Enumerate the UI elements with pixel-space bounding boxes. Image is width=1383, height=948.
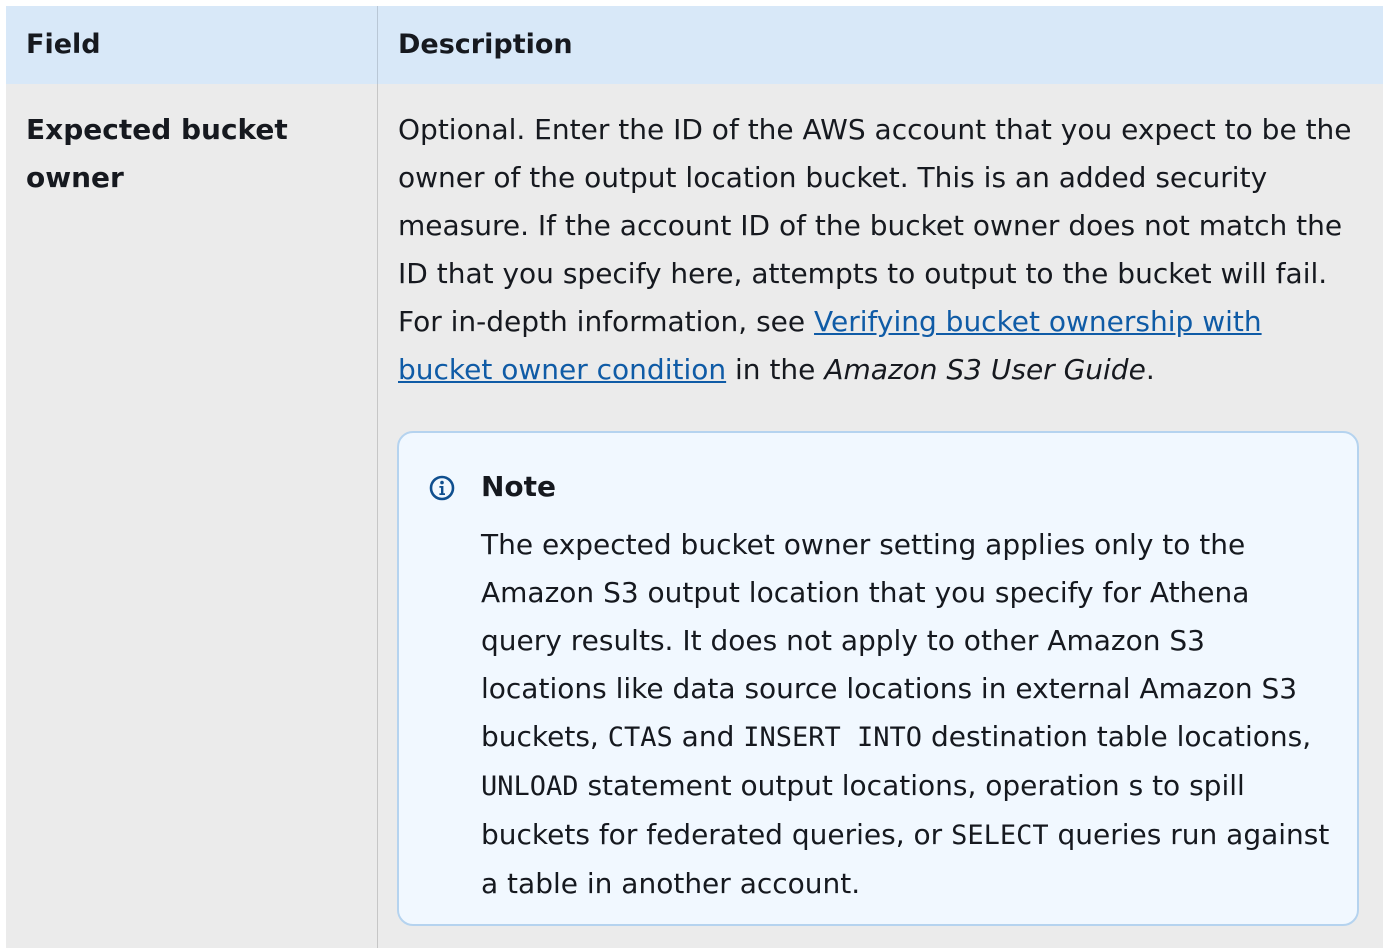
- note-title: Note: [481, 470, 557, 503]
- note-text-part: destination table locations,: [922, 720, 1312, 753]
- field-description: Optional. Enter the ID of the AWS accoun…: [398, 106, 1363, 394]
- note-callout: Note The expected bucket owner setting a…: [397, 431, 1359, 926]
- column-divider: [377, 84, 378, 948]
- description-text-end: .: [1145, 353, 1155, 386]
- note-text: The expected bucket owner setting applie…: [481, 521, 1331, 908]
- code-unload: UNLOAD: [481, 771, 579, 802]
- column-header-description: Description: [398, 29, 573, 60]
- field-name-expected-bucket-owner: Expected bucket owner: [26, 113, 288, 194]
- info-icon: [429, 475, 455, 501]
- table-header-row: Field Description: [6, 6, 1383, 84]
- description-text-middle: in the: [726, 353, 825, 386]
- code-select: SELECT: [951, 820, 1049, 851]
- code-insert-into: INSERT INTO: [743, 722, 923, 753]
- code-ctas: CTAS: [607, 722, 673, 753]
- table-row: Expected bucket owner Optional. Enter th…: [6, 84, 1383, 948]
- column-header-field: Field: [26, 29, 101, 60]
- field-description-table: Field Description Expected bucket owner …: [6, 6, 1383, 948]
- guide-title: Amazon S3 User Guide: [824, 353, 1146, 386]
- note-text-part: and: [672, 720, 744, 753]
- column-divider: [377, 6, 378, 84]
